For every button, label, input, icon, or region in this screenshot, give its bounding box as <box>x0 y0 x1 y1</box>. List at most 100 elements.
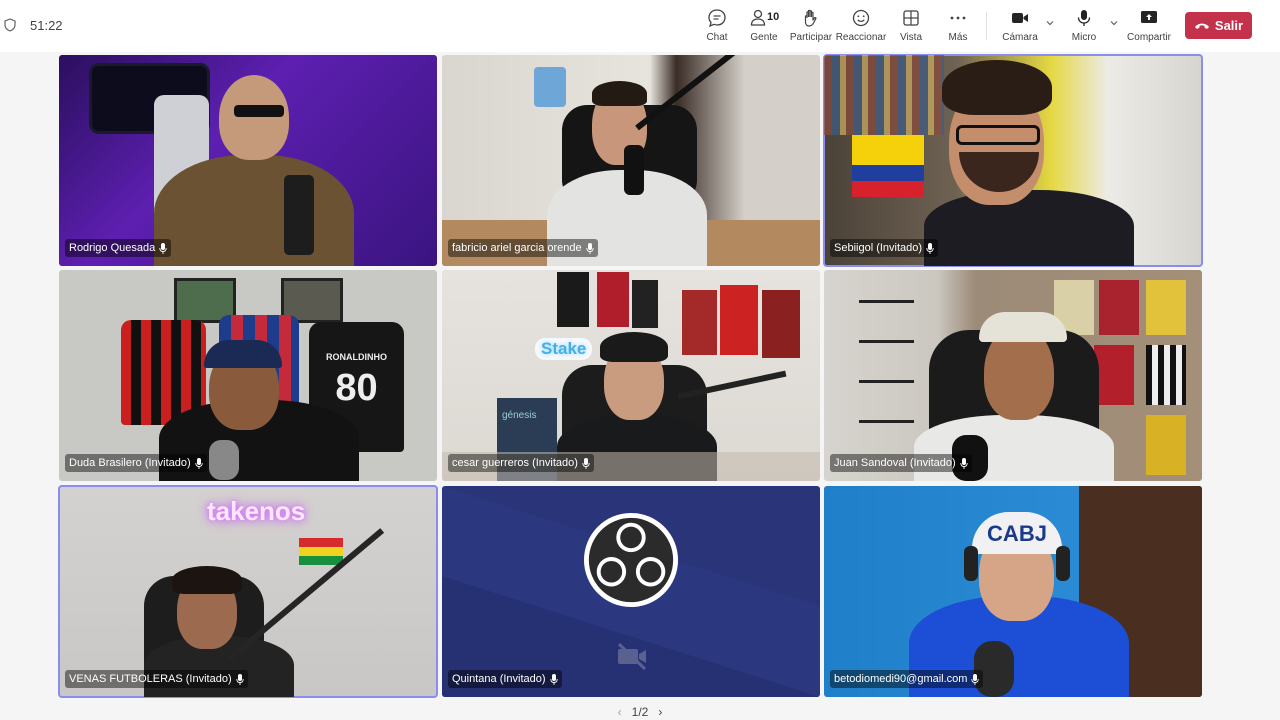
participant-name: VENAS FUTBOLERAS (Invitado) <box>69 673 232 685</box>
share-label: Compartir <box>1127 32 1171 43</box>
more-label: Más <box>948 32 968 43</box>
page-indicator: 1/2 <box>631 705 649 719</box>
camera-options-chevron-icon[interactable] <box>1045 18 1055 28</box>
person-hair <box>942 60 1052 115</box>
chat-icon <box>708 9 726 28</box>
framed-jersey <box>1146 280 1186 335</box>
microphone-icon <box>549 673 558 685</box>
headphones <box>964 546 978 581</box>
eyeglasses <box>956 125 1040 145</box>
chat-button[interactable]: Chat <box>703 8 731 48</box>
person-body <box>154 155 354 266</box>
flag-red <box>299 538 343 547</box>
video-tile[interactable]: takenos VENAS FUTBOLERAS (Invitado) <box>58 485 438 698</box>
framed-jersey <box>1146 345 1186 405</box>
people-icon <box>750 9 766 26</box>
gallery-pager: ‹ 1/2 › <box>600 704 680 720</box>
microphone <box>284 175 314 255</box>
shelf-collectibles <box>824 55 944 135</box>
takenos-neon-sign: takenos <box>207 496 306 526</box>
participant-name-tag: Rodrigo Quesada <box>65 239 172 257</box>
participant-name: Sebiigol (Invitado) <box>834 242 923 254</box>
microphone-icon <box>235 673 244 685</box>
microphone-icon <box>195 457 203 469</box>
view-label: Vista <box>899 32 923 43</box>
video-tile[interactable]: Sebiigol (Invitado) <box>823 54 1203 267</box>
participant-name-tag: Sebiigol (Invitado) <box>830 239 939 257</box>
people-label: Gente <box>750 32 778 43</box>
share-screen-icon <box>1141 11 1157 23</box>
video-tile[interactable]: Rodrigo Quesada <box>59 55 437 266</box>
participant-name: fabricio ariel garcia orende <box>452 242 582 254</box>
person-head <box>219 75 289 160</box>
leave-button[interactable]: Salir <box>1185 12 1252 39</box>
microphone-icon <box>960 457 968 469</box>
framed-jersey <box>557 272 589 327</box>
microphone-icon <box>1077 10 1091 26</box>
participant-name-tag: Quintana (Invitado) <box>448 670 562 688</box>
headphones <box>1056 546 1070 581</box>
hang-up-icon <box>1194 23 1209 29</box>
framed-jersey <box>597 272 629 327</box>
microphone-icon <box>971 673 980 685</box>
raise-hand-button[interactable]: Participar <box>789 8 833 48</box>
jersey-number-text: 80 <box>335 367 378 409</box>
react-label: Reaccionar <box>835 32 887 43</box>
camera-button[interactable]: Cámara <box>1002 8 1038 48</box>
jersey-on-wall <box>534 67 566 107</box>
microphone <box>209 440 239 480</box>
next-page-chevron-icon[interactable]: › <box>658 705 662 719</box>
microphone-icon <box>582 457 590 469</box>
person-hair <box>172 566 242 594</box>
obs-logo-icon <box>583 512 679 608</box>
video-tile[interactable]: RONALDINHO 80 Duda Brasilero (Invitado) <box>59 270 437 481</box>
sunglasses <box>234 105 284 117</box>
framed-photo <box>720 285 758 355</box>
mic-options-chevron-icon[interactable] <box>1109 18 1119 28</box>
video-tile[interactable]: Quintana (Invitado) <box>442 486 820 697</box>
video-tile[interactable]: CABJ betodiomedi90@gmail.com <box>824 486 1202 697</box>
more-button[interactable]: Más <box>944 8 972 48</box>
more-dots-icon <box>950 16 966 20</box>
white-cap <box>979 312 1067 342</box>
microphone-icon <box>926 242 934 254</box>
flag-yellow <box>299 547 343 556</box>
camera-off-icon <box>617 642 647 671</box>
toolbar-divider <box>986 12 987 40</box>
leave-label: Salir <box>1214 18 1244 33</box>
previous-page-chevron-icon[interactable]: ‹ <box>618 705 622 719</box>
microphone <box>974 641 1014 697</box>
framed-photo <box>762 290 800 358</box>
person-body <box>924 190 1134 266</box>
mic-button[interactable]: Micro <box>1070 8 1098 48</box>
participant-name-tag: Duda Brasilero (Invitado) <box>65 454 207 472</box>
person-hair <box>592 81 647 106</box>
camera-icon <box>1012 13 1028 23</box>
meeting-toolbar: 51:22 Chat Gente 10 Participar Reacciona… <box>0 0 1280 52</box>
video-tile[interactable]: fabricio ariel garcia orende <box>442 55 820 266</box>
participant-name-tag: fabricio ariel garcia orende <box>448 239 598 257</box>
framed-jersey <box>1099 280 1139 335</box>
react-button[interactable]: Reaccionar <box>835 8 887 48</box>
participant-name: cesar guerreros (Invitado) <box>452 457 578 469</box>
microphone-icon <box>159 242 167 254</box>
chat-label: Chat <box>706 32 728 43</box>
framed-jersey <box>1094 345 1134 405</box>
mic-label: Micro <box>1071 32 1097 43</box>
jersey-name-text: RONALDINHO <box>326 352 387 362</box>
participant-name-tag: Juan Sandoval (Invitado) <box>830 454 972 472</box>
cabj-cap: CABJ <box>972 512 1062 554</box>
video-tile[interactable]: Stake génesis cesar guerreros (Invitado) <box>442 270 820 481</box>
participant-name-tag: betodiomedi90@gmail.com <box>830 670 984 688</box>
video-tile[interactable]: Juan Sandoval (Invitado) <box>824 270 1202 481</box>
share-button[interactable]: Compartir <box>1127 8 1171 48</box>
shelves <box>859 300 914 430</box>
framed-jersey <box>632 280 658 328</box>
participant-name-tag: cesar guerreros (Invitado) <box>448 454 594 472</box>
people-count: 10 <box>767 11 780 23</box>
view-button[interactable]: Vista <box>897 8 925 48</box>
framed-jersey <box>1146 415 1186 475</box>
grid-view-icon <box>903 10 919 26</box>
raise-hand-label: Participar <box>789 32 833 43</box>
shield-icon <box>4 18 16 32</box>
